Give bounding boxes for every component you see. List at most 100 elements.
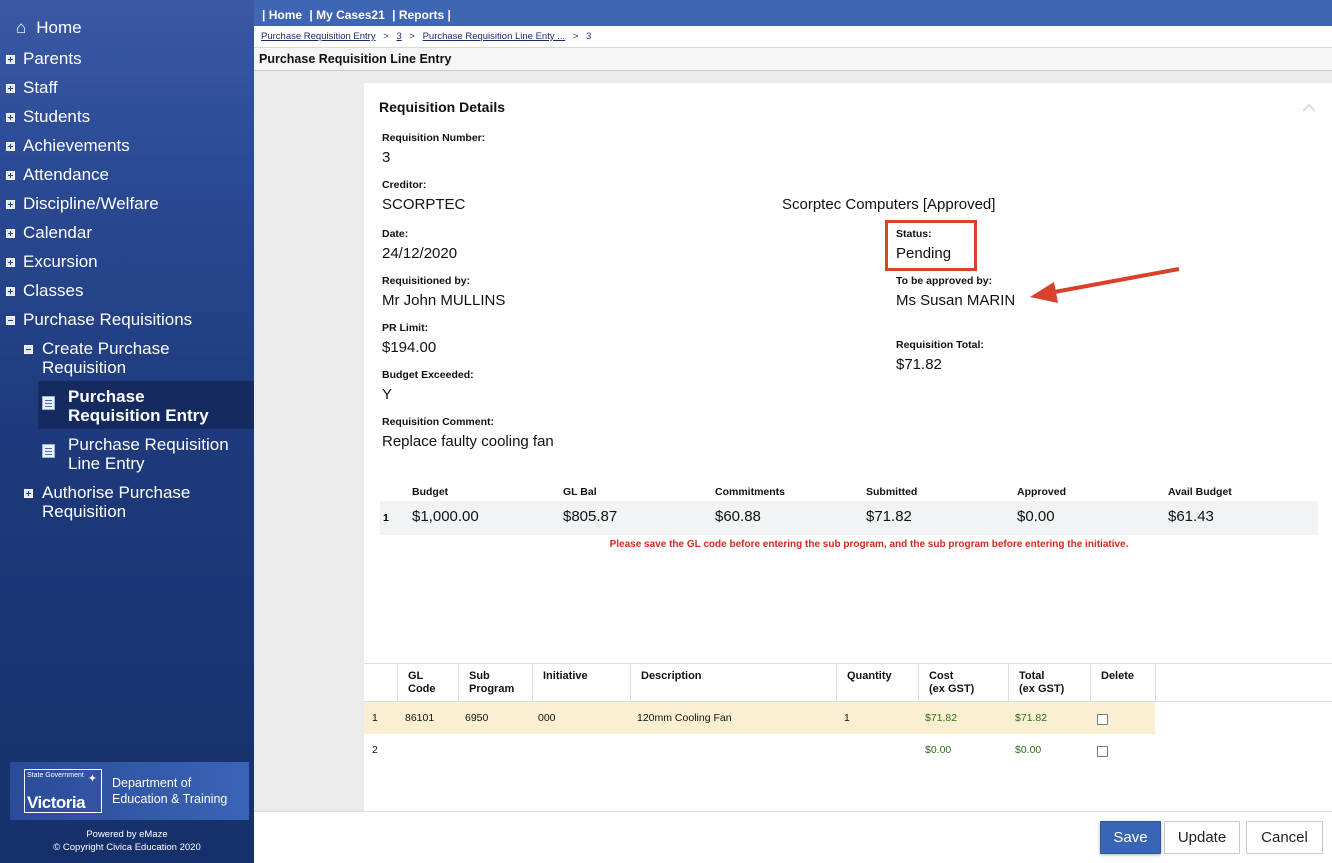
budget-header: Avail Budget bbox=[1168, 486, 1232, 498]
dept-line: Department of bbox=[112, 776, 192, 790]
grid-header-num bbox=[364, 664, 398, 702]
victoria-logo-mark: State Government ✦ Victoria bbox=[24, 769, 102, 813]
pr-limit-label: PR Limit: bbox=[382, 322, 429, 334]
nav-authorise-purchase-requisition[interactable]: Authorise Purchase Requisition bbox=[24, 483, 190, 521]
table-row[interactable]: 2 $0.00 $0.00 bbox=[364, 734, 1155, 766]
initiative-cell[interactable]: 000 bbox=[538, 712, 556, 724]
expand-icon bbox=[6, 228, 15, 238]
expand-icon bbox=[6, 54, 15, 64]
grid-header-gl-code[interactable]: GL Code bbox=[398, 664, 459, 702]
header-text: Quantity bbox=[847, 670, 892, 682]
delete-checkbox[interactable] bbox=[1097, 746, 1108, 757]
top-nav-reports[interactable]: | Reports | bbox=[392, 8, 451, 22]
description-cell[interactable]: 120mm Cooling Fan bbox=[637, 712, 732, 724]
nav-calendar[interactable]: Calendar bbox=[6, 223, 92, 243]
nav-label: Staff bbox=[23, 78, 58, 97]
cost-cell[interactable]: $0.00 bbox=[925, 744, 951, 756]
header-text: Total bbox=[1019, 670, 1045, 682]
grid-header-description[interactable]: Description bbox=[631, 664, 837, 702]
budget-cell: $805.87 bbox=[563, 508, 618, 525]
header-text: Initiative bbox=[543, 670, 588, 682]
nav-home[interactable]: ⌂ Home bbox=[16, 18, 82, 38]
nav-staff[interactable]: Staff bbox=[6, 78, 58, 98]
header-text: Program bbox=[469, 683, 515, 695]
nav-label: Parents bbox=[23, 49, 82, 68]
nav-classes[interactable]: Classes bbox=[6, 281, 83, 301]
header-text: Cost bbox=[929, 670, 954, 682]
budget-cell: $61.43 bbox=[1168, 508, 1214, 525]
document-icon bbox=[42, 396, 55, 410]
nav-discipline[interactable]: Discipline/Welfare bbox=[6, 194, 159, 214]
update-button[interactable]: Update bbox=[1164, 821, 1240, 854]
header-text: Sub bbox=[469, 670, 490, 682]
grid-header-quantity[interactable]: Quantity bbox=[837, 664, 919, 702]
top-nav-mycases[interactable]: | My Cases21 bbox=[309, 8, 384, 22]
nav-purchase-requisition-line-entry[interactable]: Purchase Requisition Line Entry bbox=[38, 429, 254, 477]
requisitioned-value: Mr John MULLINS bbox=[382, 292, 506, 309]
sub-program-cell[interactable]: 6950 bbox=[465, 712, 488, 724]
req-number-value: 3 bbox=[382, 149, 391, 166]
budget-header: Approved bbox=[1017, 486, 1067, 498]
breadcrumb-link[interactable]: 3 bbox=[396, 31, 401, 42]
victoria-logo: State Government ✦ Victoria Department o… bbox=[10, 762, 249, 820]
nav-label: Discipline/Welfare bbox=[23, 194, 159, 213]
breadcrumb-sep: > bbox=[383, 31, 389, 42]
expand-icon bbox=[6, 141, 15, 151]
header-text: Code bbox=[408, 683, 436, 695]
quantity-cell[interactable]: 1 bbox=[844, 712, 850, 724]
total-cell: $0.00 bbox=[1015, 744, 1042, 756]
nav-label: Line Entry bbox=[68, 454, 145, 473]
header-text: Description bbox=[641, 670, 702, 682]
nav-purchase-requisition-entry[interactable]: Purchase Requisition Entry bbox=[38, 381, 254, 429]
save-button[interactable]: Save bbox=[1100, 821, 1161, 854]
expand-icon bbox=[6, 170, 15, 180]
breadcrumb-current: 3 bbox=[586, 31, 592, 42]
nav-label: Classes bbox=[23, 281, 84, 300]
grid-header-total[interactable]: Total (ex GST) bbox=[1009, 664, 1091, 702]
nav-label: Purchase bbox=[68, 387, 145, 406]
row-number: 2 bbox=[372, 744, 378, 756]
grid-header-cost[interactable]: Cost (ex GST) bbox=[919, 664, 1009, 702]
logo-big-text: Victoria bbox=[27, 793, 86, 812]
page-title: Purchase Requisition Line Entry bbox=[254, 47, 1332, 71]
total-cell: $71.82 bbox=[1015, 712, 1048, 724]
nav-parents[interactable]: Parents bbox=[6, 49, 82, 69]
table-row[interactable]: 1 86101 6950 000 120mm Cooling Fan 1 $71… bbox=[364, 702, 1155, 734]
date-label: Date: bbox=[382, 228, 409, 240]
nav-label: Attendance bbox=[23, 165, 110, 184]
collapse-icon bbox=[24, 345, 33, 354]
budget-row-number: 1 bbox=[383, 512, 389, 524]
grid-header-initiative[interactable]: Initiative bbox=[533, 664, 631, 702]
breadcrumb-link[interactable]: Purchase Requisition Entry bbox=[261, 31, 376, 42]
nav-purchase-requisitions[interactable]: Purchase Requisitions bbox=[6, 310, 192, 330]
grid-header-delete[interactable]: Delete bbox=[1091, 664, 1156, 702]
top-nav-home[interactable]: | Home bbox=[262, 8, 302, 22]
grid-header-sub-program[interactable]: Sub Program bbox=[459, 664, 533, 702]
nav-label: Students bbox=[23, 107, 91, 126]
nav-label: Create Purchase bbox=[42, 339, 170, 358]
gl-code-cell[interactable]: 86101 bbox=[405, 712, 434, 724]
nav-excursion[interactable]: Excursion bbox=[6, 252, 98, 272]
nav-achievements[interactable]: Achievements bbox=[6, 136, 130, 156]
header-text: (ex GST) bbox=[1019, 683, 1065, 695]
nav-students[interactable]: Students bbox=[6, 107, 90, 127]
requisitioned-label: Requisitioned by: bbox=[382, 275, 471, 287]
nav-attendance[interactable]: Attendance bbox=[6, 165, 109, 185]
total-value: $71.82 bbox=[896, 356, 942, 373]
nav-label: Achievements bbox=[23, 136, 130, 155]
creditor-label: Creditor: bbox=[382, 179, 427, 191]
logo-small-text: State Government bbox=[27, 772, 84, 779]
approver-value: Ms Susan MARIN bbox=[896, 292, 1016, 309]
nav-label: Requisition bbox=[42, 358, 127, 377]
nav-label: Requisition bbox=[42, 502, 127, 521]
nav-create-purchase-requisition[interactable]: Create Purchase Requisition bbox=[24, 339, 170, 377]
delete-checkbox[interactable] bbox=[1097, 714, 1108, 725]
chevron-up-icon[interactable] bbox=[1302, 101, 1316, 115]
cancel-button[interactable]: Cancel bbox=[1246, 821, 1323, 854]
header-text: Delete bbox=[1101, 670, 1135, 682]
home-icon: ⌂ bbox=[16, 18, 27, 37]
cost-cell[interactable]: $71.82 bbox=[925, 712, 957, 724]
budget-header: Commitments bbox=[715, 486, 786, 498]
breadcrumb-link[interactable]: Purchase Requisition Line Enty ... bbox=[423, 31, 566, 42]
star-icon: ✦ bbox=[87, 773, 97, 785]
